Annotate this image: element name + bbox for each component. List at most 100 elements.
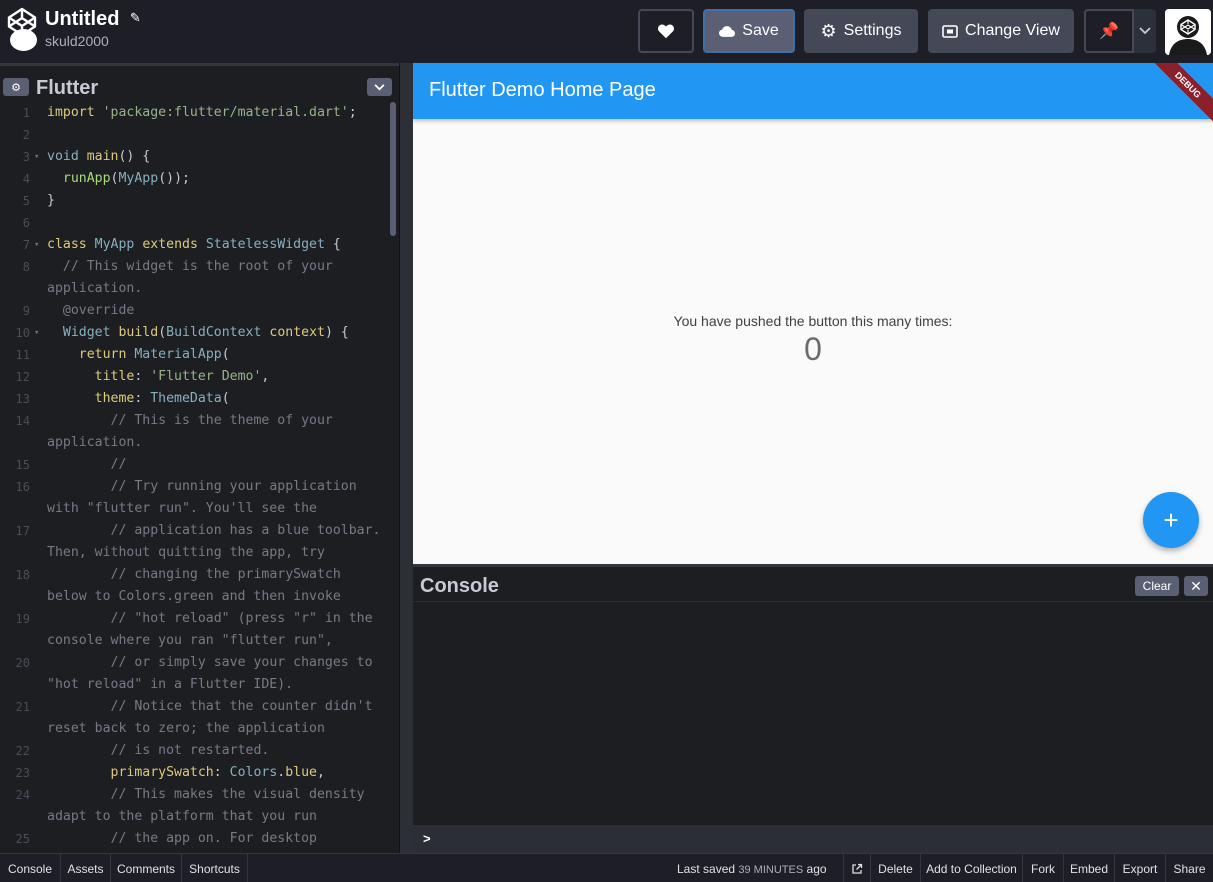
line-number: 3 — [22, 150, 30, 164]
console-clear-button[interactable]: Clear — [1135, 576, 1179, 596]
last-saved-suffix: ago — [806, 862, 827, 876]
code-line[interactable]: adapt to the platform that you run — [0, 806, 390, 828]
code-line[interactable]: application. — [0, 432, 390, 454]
code-text: "hot reload" in a Flutter IDE). — [47, 677, 294, 692]
footer-shortcuts-button[interactable]: Shortcuts — [182, 854, 248, 882]
code-line[interactable]: 11 return MaterialApp( — [0, 344, 390, 366]
code-text: title: 'Flutter Demo', — [94, 369, 270, 384]
code-text: // This is the theme of your — [110, 413, 333, 428]
code-line[interactable]: 20 // or simply save your changes to — [0, 652, 390, 674]
code-line[interactable]: 6 — [0, 212, 390, 234]
console-header: Console Clear ✕ — [413, 567, 1213, 602]
close-icon[interactable]: ✕ — [1184, 576, 1208, 596]
footer-embed-button[interactable]: Embed — [1064, 854, 1115, 882]
editor-settings-gear-icon[interactable]: ⚙ — [3, 78, 29, 96]
flutter-app-bar: Flutter Demo Home Page — [413, 63, 1213, 119]
chevron-down-icon — [374, 83, 385, 90]
plus-icon: + — [1163, 504, 1179, 535]
pen-title[interactable]: Untitled — [45, 8, 119, 31]
preview-pane: Flutter Demo Home Page DEBUG You have pu… — [413, 63, 1213, 564]
line-number: 8 — [22, 260, 30, 274]
code-line[interactable]: 25 // the app on. For desktop — [0, 828, 390, 850]
last-saved-time: 39 MINUTES — [738, 864, 804, 876]
code-line[interactable]: 19 // "hot reload" (press "r" in the — [0, 608, 390, 630]
code-line[interactable]: 24 // This makes the visual density — [0, 784, 390, 806]
code-line[interactable]: 13 theme: ThemeData( — [0, 388, 390, 410]
code-line[interactable]: 8 // This widget is the root of your — [0, 256, 390, 278]
code-line[interactable]: 1 import 'package:flutter/material.dart'; — [0, 102, 390, 124]
line-number: 21 — [15, 700, 30, 714]
external-link-icon[interactable] — [843, 854, 871, 882]
user-avatar[interactable] — [1165, 9, 1211, 55]
footer-comments-button[interactable]: Comments — [111, 854, 182, 882]
code-text: runApp(MyApp()); — [62, 171, 190, 186]
line-number: 11 — [15, 348, 30, 362]
code-text: void main() { — [47, 149, 151, 164]
code-line[interactable]: 21 // Notice that the counter didn't — [0, 696, 390, 718]
love-button[interactable] — [638, 9, 694, 53]
layout-icon — [942, 24, 958, 38]
line-number: 23 — [15, 766, 30, 780]
settings-button[interactable]: ⚙ Settings — [804, 9, 918, 53]
code-line[interactable]: 5} — [0, 190, 390, 212]
code-line[interactable]: 14 // This is the theme of your — [0, 410, 390, 432]
footer-add-to-collection-button[interactable]: Add to Collection — [921, 854, 1023, 882]
code-line[interactable]: application. — [0, 278, 390, 300]
code-line[interactable]: below to Colors.green and then invoke — [0, 586, 390, 608]
edit-pencil-icon[interactable]: ✎ — [130, 10, 141, 26]
code-line[interactable]: 4 runApp(MyApp()); — [0, 168, 390, 190]
line-number: 1 — [22, 106, 30, 120]
console-panel: Console Clear ✕ > — [413, 564, 1213, 853]
username[interactable]: skuld2000 — [45, 33, 109, 49]
cloud-icon — [719, 25, 736, 37]
console-input[interactable]: > — [413, 825, 1213, 853]
editor-collapse-button[interactable] — [367, 78, 392, 96]
pin-button[interactable]: 📌 — [1084, 9, 1134, 53]
code-line[interactable]: with "flutter run". You'll see the — [0, 498, 390, 520]
code-line[interactable]: 17 // application has a blue toolbar. — [0, 520, 390, 542]
footer-assets-button[interactable]: Assets — [61, 854, 111, 882]
footer-share-button[interactable]: Share — [1166, 854, 1213, 882]
code-text: with "flutter run". You'll see the — [47, 501, 317, 516]
counter-value: 0 — [804, 331, 822, 367]
code-line[interactable]: console where you ran "flutter run", — [0, 630, 390, 652]
line-number: 18 — [15, 568, 30, 582]
increment-fab-button[interactable]: + — [1143, 492, 1199, 548]
code-line[interactable]: "hot reload" in a Flutter IDE). — [0, 674, 390, 696]
code-line[interactable]: 18 // changing the primarySwatch — [0, 564, 390, 586]
fold-toggle-icon[interactable]: ▾ — [34, 322, 39, 344]
line-number: 20 — [15, 656, 30, 670]
code-line[interactable]: 23 primarySwatch: Colors.blue, — [0, 762, 390, 784]
footer-export-button[interactable]: Export — [1115, 854, 1166, 882]
code-text: import 'package:flutter/material.dart'; — [47, 105, 357, 120]
code-line[interactable]: 2 — [0, 124, 390, 146]
code-line[interactable]: 22 // is not restarted. — [0, 740, 390, 762]
code-text: primarySwatch: Colors.blue, — [110, 765, 325, 780]
chevron-down-icon — [1139, 27, 1151, 35]
code-line[interactable]: 16 // Try running your application — [0, 476, 390, 498]
line-number: 17 — [15, 524, 30, 538]
code-text: // — [110, 457, 127, 472]
code-line[interactable]: 12 title: 'Flutter Demo', — [0, 366, 390, 388]
code-text: Widget build(BuildContext context) { — [62, 325, 349, 340]
footer-delete-button[interactable]: Delete — [871, 854, 921, 882]
pin-dropdown-button[interactable] — [1134, 9, 1156, 53]
code-line[interactable]: Then, without quitting the app, try — [0, 542, 390, 564]
code-editor-panel: ⚙ Flutter 1 import 'package:flutter/mater… — [0, 63, 399, 856]
save-button[interactable]: Save — [703, 9, 795, 53]
fold-toggle-icon[interactable]: ▾ — [34, 146, 39, 168]
footer-fork-button[interactable]: Fork — [1023, 854, 1064, 882]
fold-toggle-icon[interactable]: ▾ — [34, 234, 39, 256]
panel-resize-handle[interactable] — [399, 63, 413, 853]
code-line[interactable]: 10 ▾ Widget build(BuildContext context) { — [0, 322, 390, 344]
editor-scrollbar-thumb[interactable] — [390, 102, 396, 236]
code-line[interactable]: 3 ▾ void main() { — [0, 146, 390, 168]
code-text: // or simply save your changes to — [110, 655, 373, 670]
code-line[interactable]: 9 @override — [0, 300, 390, 322]
code-line[interactable]: 7 ▾ class MyApp extends StatelessWidget { — [0, 234, 390, 256]
code-line[interactable]: reset back to zero; the application — [0, 718, 390, 740]
code-line[interactable]: 15 // — [0, 454, 390, 476]
code-area[interactable]: 1 import 'package:flutter/material.dart';… — [0, 102, 390, 856]
change-view-button[interactable]: Change View — [928, 9, 1074, 53]
footer-console-button[interactable]: Console — [0, 854, 61, 882]
